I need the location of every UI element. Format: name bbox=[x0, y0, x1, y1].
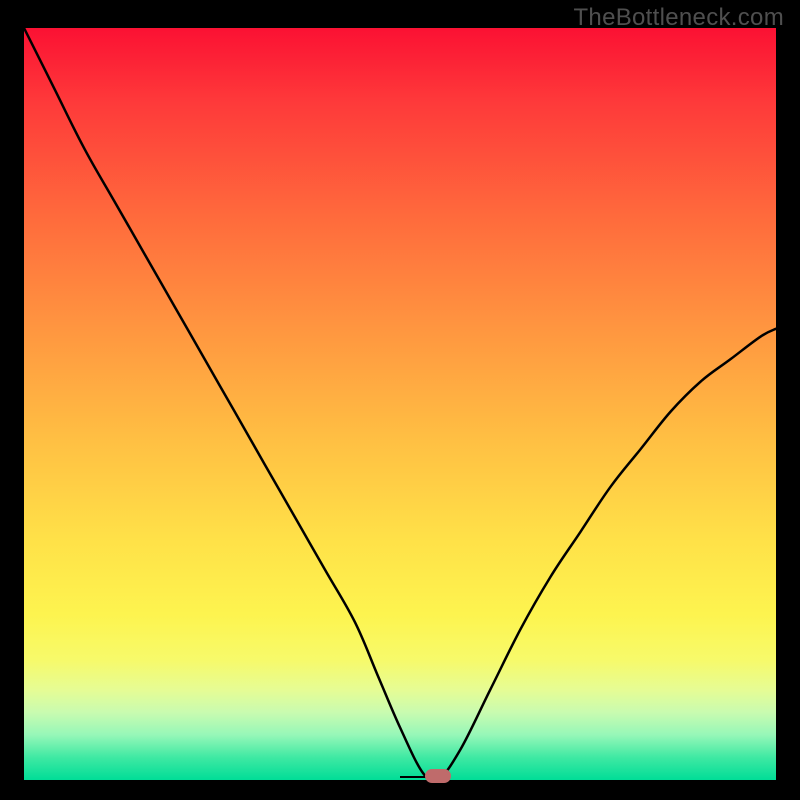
bottleneck-curve bbox=[24, 28, 776, 780]
chart-frame: TheBottleneck.com bbox=[0, 0, 800, 800]
plot-gradient-area bbox=[24, 28, 776, 780]
watermark-text: TheBottleneck.com bbox=[573, 4, 784, 32]
optimal-point-marker bbox=[425, 769, 451, 783]
